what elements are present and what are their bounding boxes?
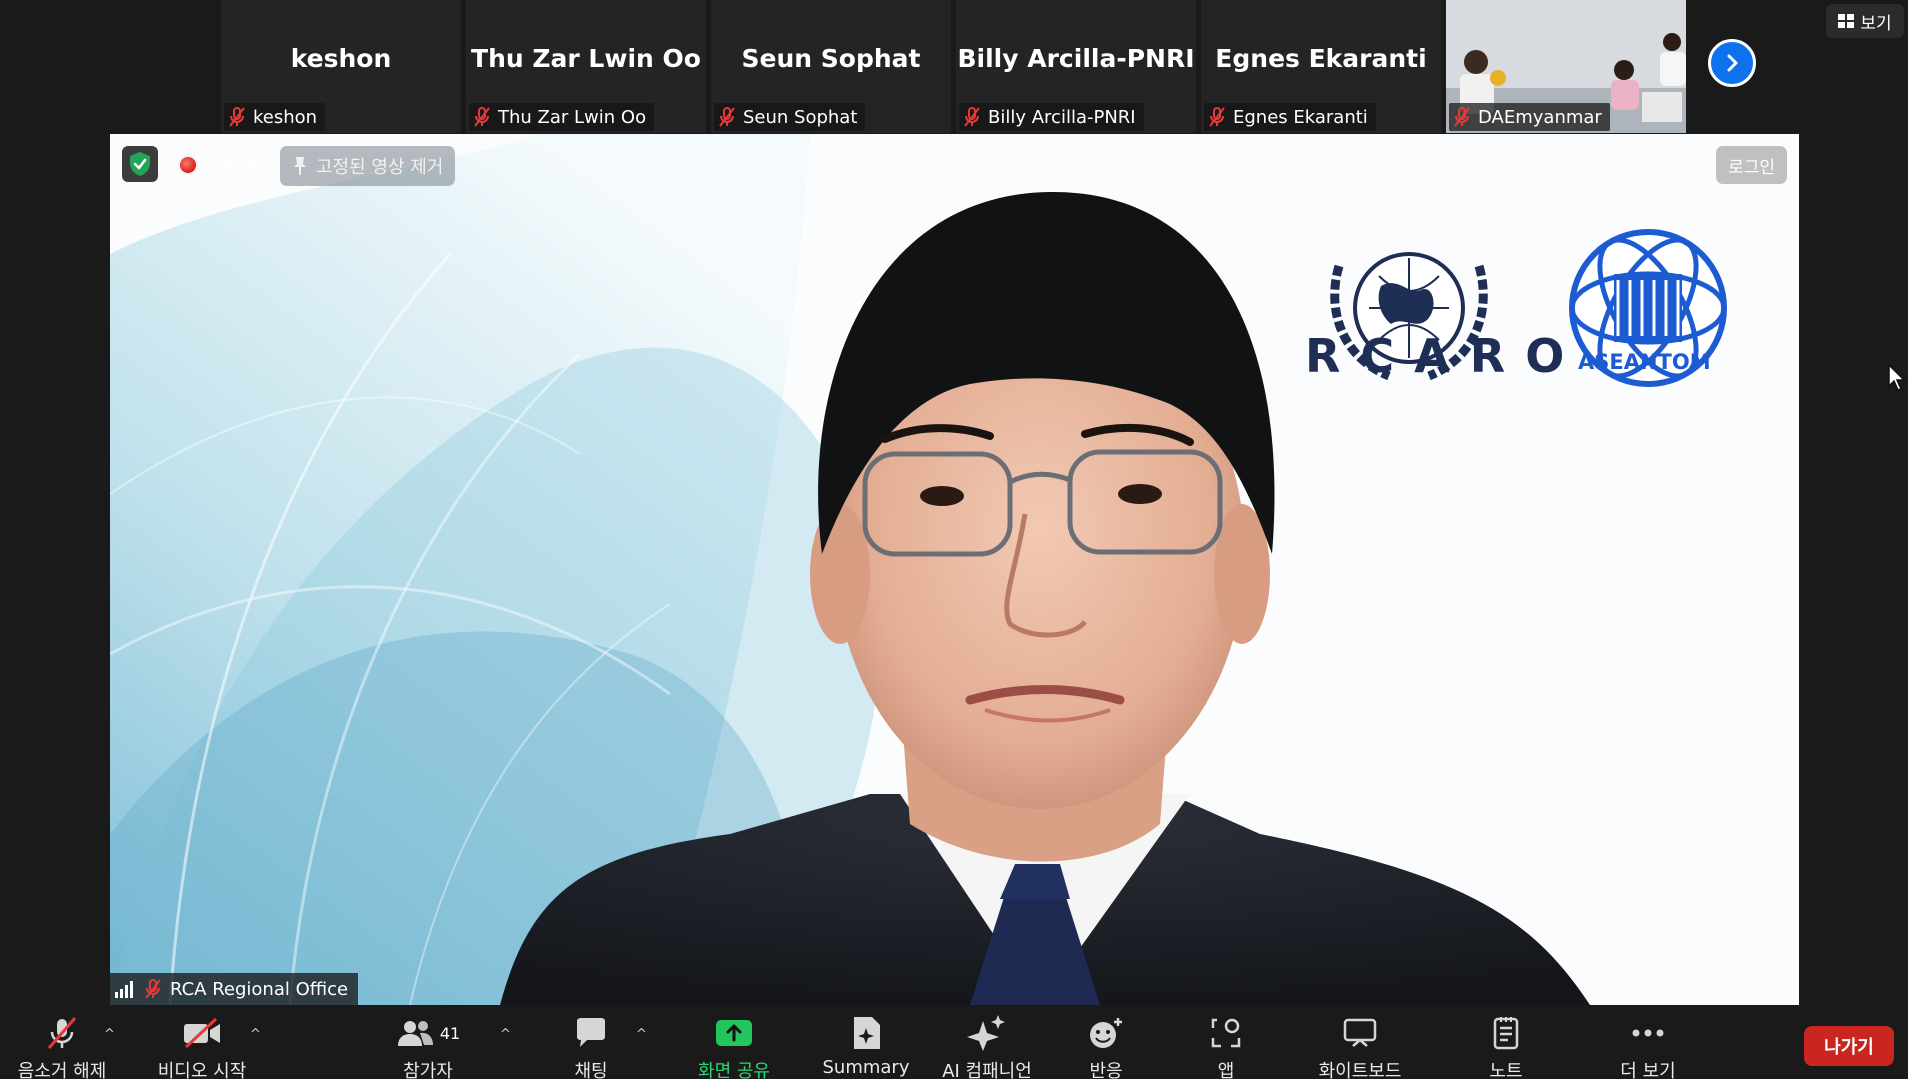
apps-label: 앱 [1217, 1061, 1235, 1079]
mic-muted-icon [47, 1017, 77, 1049]
aseantom-logo-text: ASEANTOM [1578, 350, 1711, 374]
apps-button[interactable]: 앱 [1196, 1015, 1256, 1079]
speaker-name-tag: RCA Regional Office [110, 973, 359, 1005]
view-label: 보기 [1860, 13, 1892, 34]
chat-label: 채팅 [574, 1061, 608, 1079]
active-speaker-video[interactable]: RCARO ASEANTOM 기록 중 고정된 영상 제거 로그인 RCA Re… [110, 134, 1799, 1005]
participant-display-name: Thu Zar Lwin Oo [471, 44, 701, 73]
participants-button[interactable]: 41 참가자 [390, 1015, 466, 1079]
unmute-button[interactable]: 음소거 해제 [14, 1015, 110, 1079]
grid-icon [1838, 14, 1855, 28]
shield-check-icon [130, 152, 150, 176]
mic-off-icon [474, 107, 490, 127]
share-screen-label: 화면 공유 [698, 1061, 770, 1079]
meeting-toolbar: 음소거 해제 ^ 비디오 시작 ^ 41 참가자 ^ 채팅 ^ 화면 공유 Su… [0, 1005, 1908, 1079]
share-screen-button[interactable]: 화면 공유 [688, 1015, 780, 1079]
whiteboard-label: 화이트보드 [1318, 1061, 1402, 1079]
participant-name-tag: keshon [224, 103, 326, 131]
mic-off-icon [145, 979, 161, 999]
participant-display-name: Billy Arcilla-PNRI [957, 44, 1195, 73]
chat-options-chevron-up-icon[interactable]: ^ [636, 1027, 647, 1042]
more-label: 더 보기 [1620, 1061, 1676, 1079]
participants-options-chevron-up-icon[interactable]: ^ [500, 1027, 511, 1042]
participants-count: 41 [439, 1023, 461, 1043]
start-video-label: 비디오 시작 [157, 1061, 247, 1079]
mic-off-icon [719, 107, 735, 127]
pin-icon [294, 157, 306, 175]
participant-name-tag: Billy Arcilla-PNRI [959, 103, 1144, 131]
notes-button[interactable]: 노트 [1478, 1015, 1534, 1079]
summary-button[interactable]: Summary [818, 1015, 914, 1078]
recording-dot-icon [178, 154, 198, 175]
video-off-icon [184, 1017, 220, 1049]
notes-icon [1493, 1017, 1519, 1050]
participant-display-name: keshon [290, 44, 392, 73]
chevron-right-icon [1727, 54, 1738, 72]
leave-button[interactable]: 나가기 [1804, 1026, 1894, 1066]
participant-name-tag: Egnes Ekaranti [1204, 103, 1376, 131]
participant-name: DAEmyanmar [1478, 106, 1602, 128]
whiteboard-button[interactable]: 화이트보드 [1310, 1015, 1410, 1079]
participant-tile[interactable]: Thu Zar Lwin Oo Thu Zar Lwin Oo [466, 0, 706, 133]
chat-bubble-icon [577, 1018, 605, 1047]
reactions-label: 반응 [1089, 1061, 1123, 1079]
security-shield-button[interactable] [122, 146, 158, 182]
share-screen-icon [716, 1020, 752, 1046]
more-button[interactable]: 더 보기 [1610, 1015, 1686, 1079]
more-dots-icon [1632, 1029, 1664, 1037]
notes-label: 노트 [1489, 1061, 1523, 1079]
unmute-label: 음소거 해제 [17, 1061, 107, 1079]
recording-indicator[interactable]: 기록 중 [178, 152, 260, 177]
participant-display-name: Seun Sophat [741, 44, 921, 73]
ai-sparkle-icon [967, 1015, 1005, 1051]
chat-button[interactable]: 채팅 [558, 1015, 624, 1079]
mic-off-icon [1209, 107, 1225, 127]
speaker-video-feed [110, 134, 1799, 1005]
audio-options-chevron-up-icon[interactable]: ^ [104, 1027, 115, 1042]
participant-display-name: Egnes Ekaranti [1215, 44, 1427, 73]
participant-name-tag: Thu Zar Lwin Oo [469, 103, 655, 131]
mouse-cursor-icon [1888, 364, 1906, 391]
participant-name: Egnes Ekaranti [1233, 106, 1368, 128]
apps-icon [1211, 1018, 1241, 1048]
recording-label: 기록 중 [208, 157, 261, 177]
summary-label: Summary [822, 1057, 910, 1078]
next-page-button[interactable] [1708, 39, 1756, 87]
reactions-button[interactable]: 반응 [1076, 1015, 1136, 1079]
participant-tile[interactable]: Billy Arcilla-PNRI Billy Arcilla-PNRI [956, 0, 1196, 133]
participant-name-tag: DAEmyanmar [1449, 103, 1610, 131]
participants-icon [397, 1021, 433, 1046]
speaker-name: RCA Regional Office [170, 978, 349, 1000]
participant-tile[interactable]: Seun Sophat Seun Sophat [711, 0, 951, 133]
ai-companion-label: AI 컴패니언 [942, 1061, 1032, 1079]
signal-strength-icon [115, 981, 133, 998]
whiteboard-icon [1343, 1018, 1377, 1047]
login-label: 로그인 [1728, 157, 1775, 178]
participant-name: Billy Arcilla-PNRI [988, 106, 1136, 128]
mic-off-icon [229, 107, 245, 127]
view-button[interactable]: 보기 [1826, 4, 1904, 38]
participant-video-tile[interactable]: DAEmyanmar [1446, 0, 1686, 133]
rcaro-logo-text: RCARO [1305, 329, 1585, 383]
participant-tile[interactable]: keshon keshon [221, 0, 461, 133]
gallery-strip: keshon keshon Thu Zar Lwin Oo Thu Zar Lw… [0, 0, 1908, 133]
unpin-label: 고정된 영상 제거 [316, 157, 444, 178]
start-video-button[interactable]: 비디오 시작 [154, 1015, 250, 1079]
video-options-chevron-up-icon[interactable]: ^ [250, 1027, 261, 1042]
participants-label: 참가자 [403, 1061, 453, 1079]
emoji-icon [1090, 1018, 1122, 1048]
ai-companion-button[interactable]: AI 컴패니언 [934, 1015, 1040, 1079]
participant-name: keshon [253, 106, 318, 128]
participant-tile[interactable]: Egnes Ekaranti Egnes Ekaranti [1201, 0, 1441, 133]
mic-off-icon [964, 107, 980, 127]
mic-off-icon [1454, 107, 1470, 127]
unpin-video-button[interactable]: 고정된 영상 제거 [280, 146, 456, 186]
login-button[interactable]: 로그인 [1716, 146, 1787, 184]
participant-name: Seun Sophat [743, 106, 858, 128]
participant-name-tag: Seun Sophat [714, 103, 866, 131]
summary-document-icon [854, 1017, 880, 1049]
participant-name: Thu Zar Lwin Oo [498, 106, 647, 128]
